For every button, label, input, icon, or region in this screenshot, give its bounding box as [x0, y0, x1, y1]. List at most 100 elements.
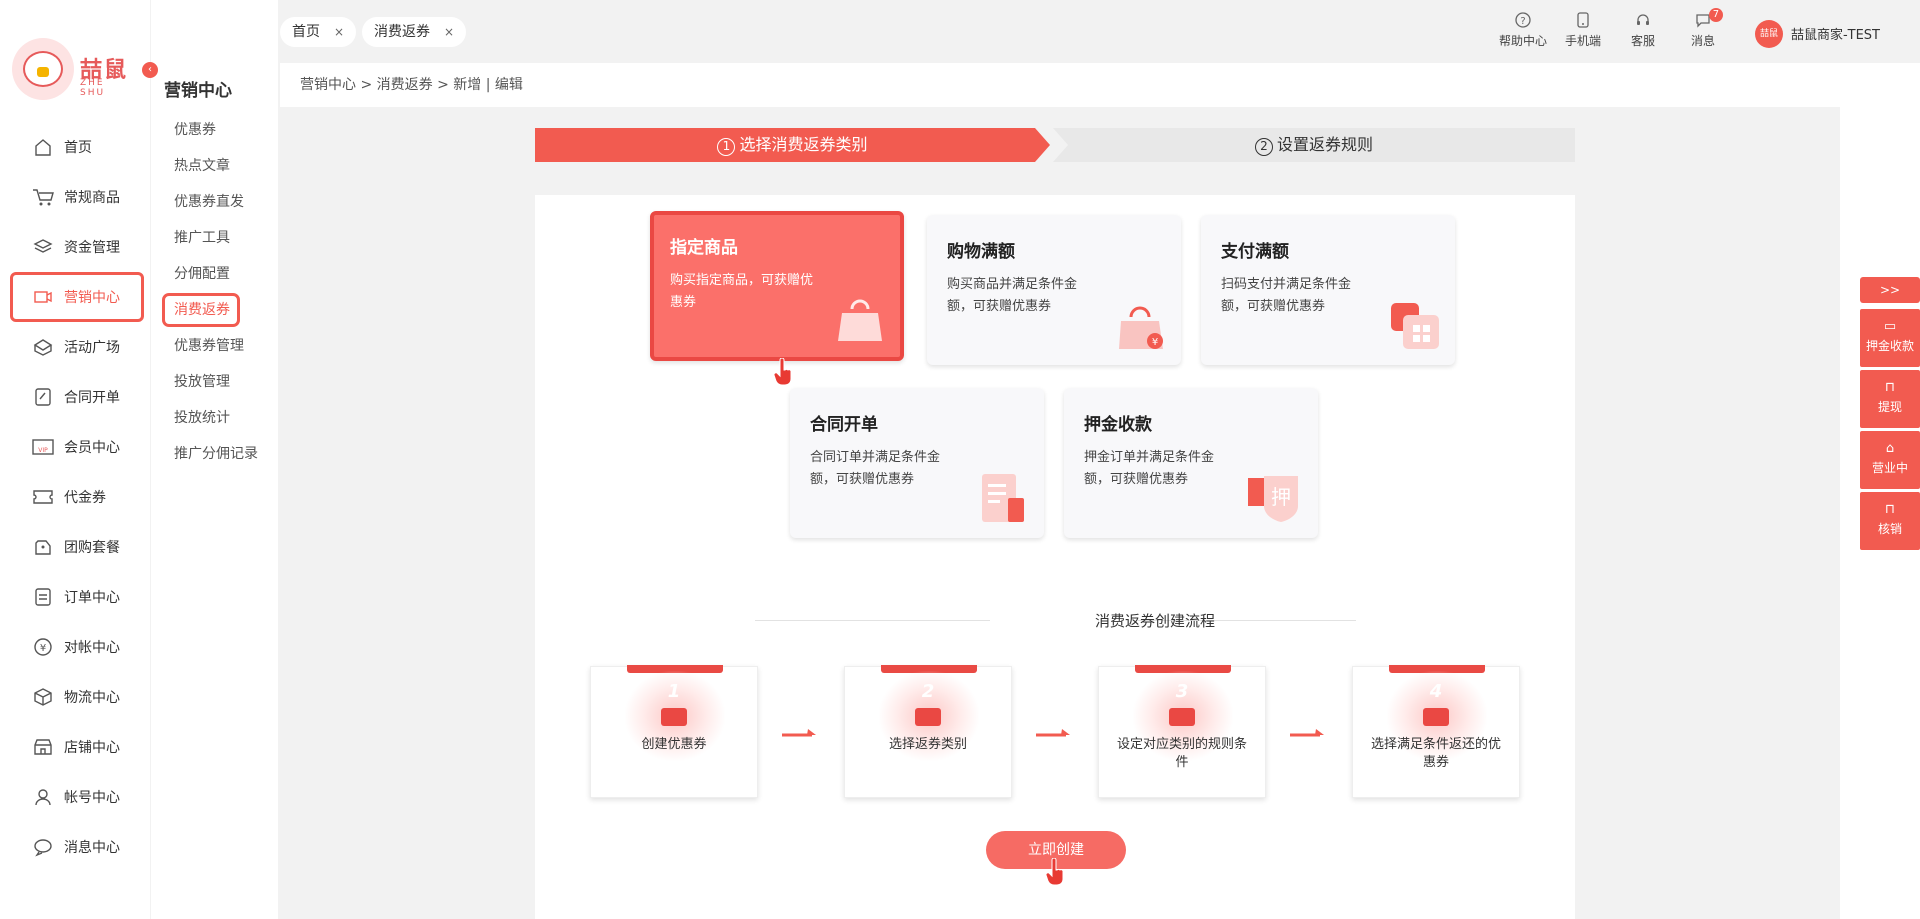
nav-item[interactable]: 订单中心 — [10, 572, 144, 622]
user-menu[interactable]: 喆鼠 喆鼠商家-TEST — [1754, 18, 1880, 49]
nav-item[interactable]: ¥ 对帐中心 — [10, 622, 144, 672]
tab-consume-coupon[interactable]: 消费返券 × — [362, 17, 467, 47]
customer-service-button[interactable]: 客服 — [1613, 12, 1673, 49]
sub-nav-item[interactable]: 优惠券管理 — [162, 328, 274, 364]
card-title: 支付满额 — [1221, 242, 1289, 262]
bookmark-icon: ⊓ — [1884, 502, 1896, 517]
nav-item[interactable]: 活动广场 — [10, 322, 144, 372]
card-specified-goods[interactable]: 指定商品 购买指定商品，可获赠优惠券 — [650, 211, 904, 361]
help-icon: ? — [1493, 12, 1553, 32]
close-icon[interactable]: × — [334, 17, 344, 47]
top-bar: 首页 × 消费返券 × ? 帮助中心 手机端 客服 7 消息 喆鼠 喆鼠商家-T… — [278, 0, 1920, 63]
yen-icon: ¥ — [32, 637, 54, 657]
card-desc: 押金订单并满足条件金额，可获赠优惠券 — [1084, 450, 1215, 487]
step-indicator: 1 选择消费返券类别 2 设置返券规则 — [535, 128, 1575, 162]
nav-item-label: 店铺中心 — [64, 740, 120, 756]
nav-item[interactable]: 帐号中心 — [10, 772, 144, 822]
nav-item-label: 消息中心 — [64, 840, 120, 856]
user-icon — [32, 787, 54, 807]
deposit-shield-icon: 押 — [1246, 472, 1304, 524]
svg-text:?: ? — [1520, 16, 1525, 27]
nav-item[interactable]: 合同开单 — [10, 372, 144, 422]
phone-icon — [1553, 12, 1613, 32]
document-icon — [978, 472, 1030, 524]
card-shopping-full[interactable]: 购物满额 购买商品并满足条件金额，可获赠优惠券 ¥ — [927, 215, 1181, 365]
messages-button[interactable]: 7 消息 — [1673, 8, 1733, 49]
side-tools-toggle[interactable]: >> — [1860, 277, 1920, 303]
svg-text:VIP: VIP — [38, 447, 48, 454]
side-tool-verify[interactable]: ⊓ 核销 — [1860, 492, 1920, 550]
logo-mascot-icon — [12, 38, 74, 100]
marketing-icon — [32, 287, 54, 307]
nav-item[interactable]: 代金券 — [10, 472, 144, 522]
nav-item-label: 活动广场 — [64, 340, 120, 356]
nav-item[interactable]: 消息中心 — [10, 822, 144, 872]
sub-nav-item[interactable]: 投放统计 — [162, 400, 274, 436]
nav-item-label: 订单中心 — [64, 590, 120, 606]
tab-label: 消费返券 — [374, 24, 430, 40]
tab-label: 首页 — [292, 24, 320, 40]
ticket-return-icon — [1423, 708, 1449, 726]
flow-step-3: 3 设定对应类别的规则条件 — [1098, 665, 1266, 798]
flow-step-label: 选择满足条件返还的优惠券 — [1370, 737, 1501, 770]
sub-nav-item[interactable]: 推广分佣记录 — [162, 436, 274, 472]
chat-icon — [1673, 12, 1733, 32]
home-icon — [32, 137, 54, 157]
store-icon — [32, 737, 54, 757]
nav-item[interactable]: 常规商品 — [10, 172, 144, 222]
step-number: 1 — [717, 138, 736, 156]
nav-item[interactable]: 首页 — [10, 122, 144, 172]
sub-nav-item[interactable]: 优惠券直发 — [162, 184, 274, 220]
side-tool-label: 提现 — [1877, 400, 1902, 414]
nav-item[interactable]: 团购套餐 — [10, 522, 144, 572]
side-tool-open[interactable]: ⌂ 营业中 — [1860, 431, 1920, 489]
sub-nav-item[interactable]: 推广工具 — [162, 220, 274, 256]
card-contract-order[interactable]: 合同开单 合同订单并满足条件金额，可获赠优惠券 — [790, 388, 1044, 538]
ticket-plus-icon — [661, 708, 687, 726]
tab-home[interactable]: 首页 × — [280, 17, 357, 47]
arrow-right-icon — [1036, 729, 1070, 737]
sub-nav-item[interactable]: 分佣配置 — [162, 256, 274, 292]
help-center-button[interactable]: ? 帮助中心 — [1493, 12, 1553, 49]
flow-step-number: 4 — [1429, 681, 1443, 702]
top-actions: ? 帮助中心 手机端 客服 7 消息 喆鼠 喆鼠商家-TEST — [1493, 8, 1880, 49]
nav-item-label: 资金管理 — [64, 240, 120, 256]
nav-item[interactable]: 营销中心 — [10, 272, 144, 322]
vip-icon: VIP — [32, 437, 54, 457]
nav-item[interactable]: VIP 会员中心 — [10, 422, 144, 472]
step-number: 2 — [1254, 138, 1273, 156]
nav-item[interactable]: 物流中心 — [10, 672, 144, 722]
money-bag-icon: ¥ — [1115, 299, 1167, 351]
step-1: 1 选择消费返券类别 — [535, 128, 1050, 162]
nav-item[interactable]: 店铺中心 — [10, 722, 144, 772]
logo-subtext: ZHE SHU — [80, 78, 106, 98]
sub-nav-item[interactable]: 热点文章 — [162, 148, 274, 184]
logo: 喆鼠 ZHE SHU — [12, 38, 134, 104]
card-payment-full[interactable]: 支付满额 扫码支付并满足条件金额，可获赠优惠券 — [1201, 215, 1455, 365]
step-2: 2 设置返券规则 — [1053, 128, 1575, 162]
card-deposit[interactable]: 押金收款 押金订单并满足条件金额，可获赠优惠券 押 — [1064, 388, 1318, 538]
side-tool-deposit[interactable]: ▭ 押金收款 — [1860, 309, 1920, 367]
arrow-right-icon — [782, 729, 816, 737]
flow-step-label: 设定对应类别的规则条件 — [1116, 737, 1247, 770]
card-title: 购物满额 — [947, 242, 1015, 262]
nav-item[interactable]: 资金管理 — [10, 222, 144, 272]
close-icon[interactable]: × — [444, 17, 454, 47]
layers-icon — [32, 237, 54, 257]
card-desc: 购买指定商品，可获赠优惠券 — [670, 273, 814, 310]
sub-nav-item[interactable]: 投放管理 — [162, 364, 274, 400]
sub-nav: 优惠券 热点文章 优惠券直发 推广工具 分佣配置 消费返券 优惠券管理 投放管理 投放统计 推广分… — [162, 112, 274, 472]
flow-step-1: 1 创建优惠券 — [590, 665, 758, 798]
message-label: 消息 — [1690, 34, 1715, 48]
mobile-button[interactable]: 手机端 — [1553, 12, 1613, 49]
flow-title: 消费返券创建流程 — [1094, 612, 1215, 630]
pointer-hand-icon — [1045, 857, 1067, 886]
sub-nav-item[interactable]: 消费返券 — [162, 293, 240, 327]
card-desc: 合同订单并满足条件金额，可获赠优惠券 — [810, 450, 941, 487]
cart-icon — [32, 187, 54, 207]
nav-item-label: 营销中心 — [64, 290, 120, 306]
sub-nav-item[interactable]: 优惠券 — [162, 112, 274, 148]
order-icon — [32, 587, 54, 607]
side-tool-withdraw[interactable]: ⊓ 提现 — [1860, 370, 1920, 428]
collapse-sidebar-icon[interactable]: ‹ — [142, 62, 158, 78]
